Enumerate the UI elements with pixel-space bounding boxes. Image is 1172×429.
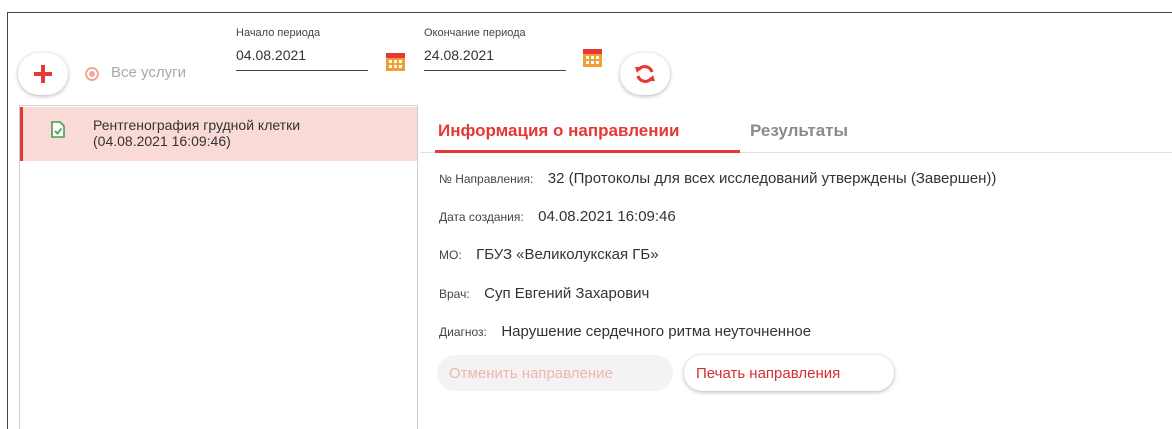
created-value: 04.08.2021 16:09:46 xyxy=(538,208,676,225)
calendar-icon[interactable] xyxy=(386,51,405,71)
refresh-icon xyxy=(635,65,655,83)
doctor-key: Врач: xyxy=(439,287,470,301)
all-services-label: Все услуги xyxy=(111,64,186,81)
list-item-title: Рентгенография грудной клетки xyxy=(93,117,301,133)
referrals-window: Все услуги Начало периода 04.08.2021 Око… xyxy=(7,12,1172,429)
referral-number-value: 32 (Протоколы для всех исследований утве… xyxy=(547,170,997,187)
print-referral-button[interactable]: Печать направления xyxy=(684,355,894,391)
doctor-value: Суп Евгений Захарович xyxy=(484,285,650,302)
mo-row: МО: ГБУЗ «Великолукская ГБ» xyxy=(439,246,659,264)
tab-referral-info[interactable]: Информация о направлении xyxy=(438,121,679,141)
mo-key: МО: xyxy=(439,248,462,262)
tab-results[interactable]: Результаты xyxy=(750,121,848,141)
refresh-button[interactable] xyxy=(620,53,670,95)
doctor-row: Врач: Суп Евгений Захарович xyxy=(439,285,649,303)
all-services-radio[interactable] xyxy=(85,67,99,81)
period-end-field: Окончание периода 24.08.2021 xyxy=(424,27,566,71)
referral-number-key: № Направления: xyxy=(439,172,534,186)
active-tab-indicator xyxy=(435,150,740,153)
mo-value: ГБУЗ «Великолукская ГБ» xyxy=(476,246,659,263)
details-panel: Информация о направлении Результаты № На… xyxy=(420,105,1172,429)
document-check-icon xyxy=(51,121,65,138)
diagnosis-key: Диагноз: xyxy=(439,325,487,339)
diagnosis-value: Нарушение сердечного ритма неуточненное xyxy=(501,323,812,340)
period-start-input[interactable]: 04.08.2021 xyxy=(236,43,368,71)
list-item-datetime: (04.08.2021 16:09:46) xyxy=(93,133,231,149)
period-end-input[interactable]: 24.08.2021 xyxy=(424,43,566,71)
created-row: Дата создания: 04.08.2021 16:09:46 xyxy=(439,208,676,226)
plus-icon xyxy=(34,65,52,83)
add-button[interactable] xyxy=(18,53,68,95)
period-end-label: Окончание периода xyxy=(424,27,526,39)
diagnosis-row: Диагноз: Нарушение сердечного ритма неут… xyxy=(439,323,811,341)
created-key: Дата создания: xyxy=(439,210,524,224)
list-item[interactable]: Рентгенография грудной клетки (04.08.202… xyxy=(20,107,417,161)
tabs-bar: Информация о направлении Результаты xyxy=(420,105,1172,153)
toolbar: Все услуги Начало периода 04.08.2021 Око… xyxy=(8,13,1172,108)
calendar-icon[interactable] xyxy=(583,47,602,67)
referral-number-row: № Направления: 32 (Протоколы для всех ис… xyxy=(439,170,996,188)
period-start-field: Начало периода 04.08.2021 xyxy=(236,27,368,71)
referrals-list: Рентгенография грудной клетки (04.08.202… xyxy=(19,105,418,429)
cancel-referral-button[interactable]: Отменить направление xyxy=(437,355,673,391)
period-start-label: Начало периода xyxy=(236,27,321,39)
